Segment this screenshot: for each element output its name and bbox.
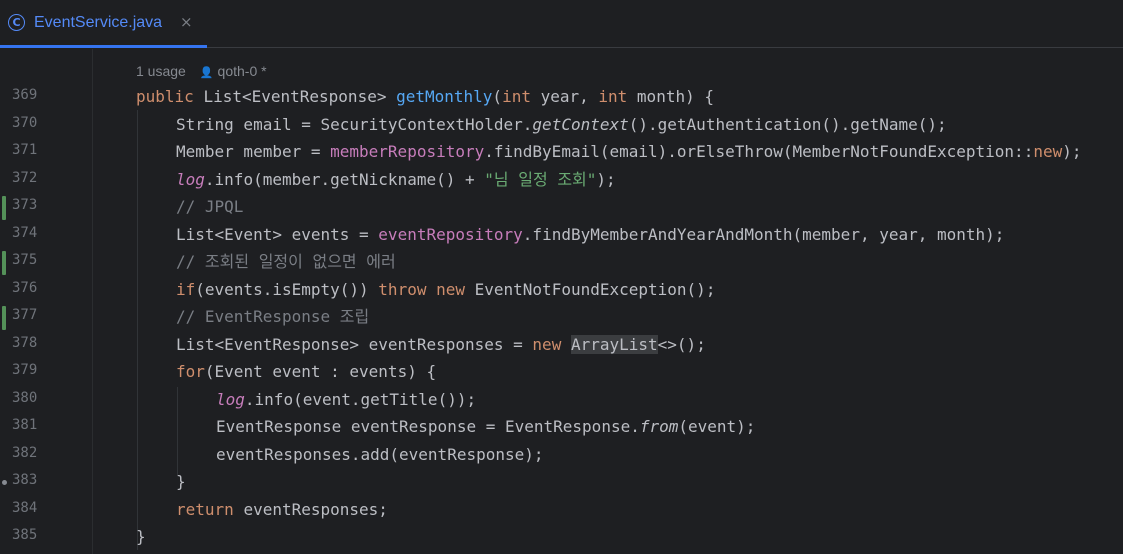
code-line[interactable]: 369 public List<EventResponse> getMonthl…: [0, 84, 1123, 112]
line-number: 376: [12, 279, 38, 296]
code-text: List<EventResponse> eventResponses = new…: [176, 334, 706, 354]
line-number: 370: [12, 114, 38, 131]
code-line[interactable]: 370 String email = SecurityContextHolder…: [0, 112, 1123, 140]
code-line[interactable]: 373 // JPQL: [0, 194, 1123, 222]
author-hint[interactable]: 👤 qoth-0 *: [200, 63, 267, 79]
code-vision-hint[interactable]: 1 usage 👤 qoth-0 *: [136, 61, 267, 81]
highlighted-identifier: ArrayList: [570, 334, 658, 354]
line-number: 385: [12, 527, 38, 543]
code-line[interactable]: 385 }: [0, 524, 1123, 552]
vcs-change-marker[interactable]: [2, 196, 6, 220]
code-text: }: [176, 472, 186, 491]
code-line[interactable]: 374 List<Event> events = eventRepository…: [0, 222, 1123, 250]
code-text: for(Event event : events) {: [176, 362, 437, 381]
vcs-change-marker[interactable]: [2, 306, 6, 330]
code-text: List<Event> events = eventRepository.fin…: [176, 224, 1005, 244]
line-number: 373: [12, 197, 38, 213]
line-number: 378: [12, 334, 38, 351]
code-line[interactable]: 371 Member member = memberRepository.fin…: [0, 139, 1123, 167]
tab-eventservice-java[interactable]: C EventService.java ×: [0, 0, 207, 48]
code-text: }: [136, 527, 146, 546]
line-number: 372: [12, 169, 38, 186]
tab-title[interactable]: EventService.java: [34, 14, 162, 32]
code-line[interactable]: 379 for(Event event : events) {: [0, 359, 1123, 387]
fold-marker-icon[interactable]: [2, 480, 7, 485]
code-text: log.info(member.getNickname() + "님 일정 조회…: [176, 169, 616, 189]
line-number: 383: [12, 472, 38, 488]
comment-text: // JPQL: [176, 197, 244, 216]
line-number: 369: [12, 87, 38, 103]
line-number: 380: [12, 389, 38, 406]
close-icon[interactable]: ×: [180, 13, 193, 31]
line-number: 382: [12, 444, 38, 461]
comment-text: // 조회된 일정이 없으면 에러: [176, 252, 396, 271]
code-line[interactable]: 384 return eventResponses;: [0, 497, 1123, 525]
vcs-change-marker[interactable]: [2, 251, 6, 275]
code-line[interactable]: 381 EventResponse eventResponse = EventR…: [0, 414, 1123, 442]
code-line[interactable]: 372 log.info(member.getNickname() + "님 일…: [0, 167, 1123, 195]
code-text: Member member = memberRepository.findByE…: [176, 142, 1082, 161]
java-class-icon: C: [8, 14, 25, 31]
code-text: return eventResponses;: [176, 499, 388, 519]
code-text: log.info(event.getTitle());: [216, 389, 477, 409]
code-line[interactable]: 376 if(events.isEmpty()) throw new Event…: [0, 277, 1123, 305]
code-text: EventResponse eventResponse = EventRespo…: [216, 417, 756, 436]
code-line[interactable]: 377 // EventResponse 조립: [0, 304, 1123, 332]
code-editor[interactable]: 1 usage 👤 qoth-0 * 369 public List<EventR…: [0, 49, 1123, 554]
code-text: public List<EventResponse> getMonthly(in…: [136, 87, 714, 106]
line-number: 381: [12, 417, 38, 433]
line-number: 377: [12, 307, 38, 323]
line-number: 375: [12, 252, 38, 268]
code-line[interactable]: 380 log.info(event.getTitle());: [0, 387, 1123, 415]
code-text: String email = SecurityContextHolder.get…: [176, 114, 947, 134]
usages-hint[interactable]: 1 usage: [136, 63, 186, 79]
line-number: 371: [12, 142, 38, 158]
editor-tab-bar: C EventService.java ×: [0, 0, 1123, 48]
line-number: 374: [12, 224, 38, 241]
person-icon: 👤: [199, 67, 214, 79]
code-line[interactable]: 382 eventResponses.add(eventResponse);: [0, 442, 1123, 470]
code-line[interactable]: 383 }: [0, 469, 1123, 497]
code-text: eventResponses.add(eventResponse);: [216, 444, 544, 464]
line-number: 384: [12, 499, 38, 516]
line-number: 379: [12, 362, 38, 378]
comment-text: // EventResponse 조립: [176, 307, 370, 326]
code-line[interactable]: 378 List<EventResponse> eventResponses =…: [0, 332, 1123, 360]
code-text: if(events.isEmpty()) throw new EventNotF…: [176, 279, 716, 299]
code-line[interactable]: 375 // 조회된 일정이 없으면 에러: [0, 249, 1123, 277]
